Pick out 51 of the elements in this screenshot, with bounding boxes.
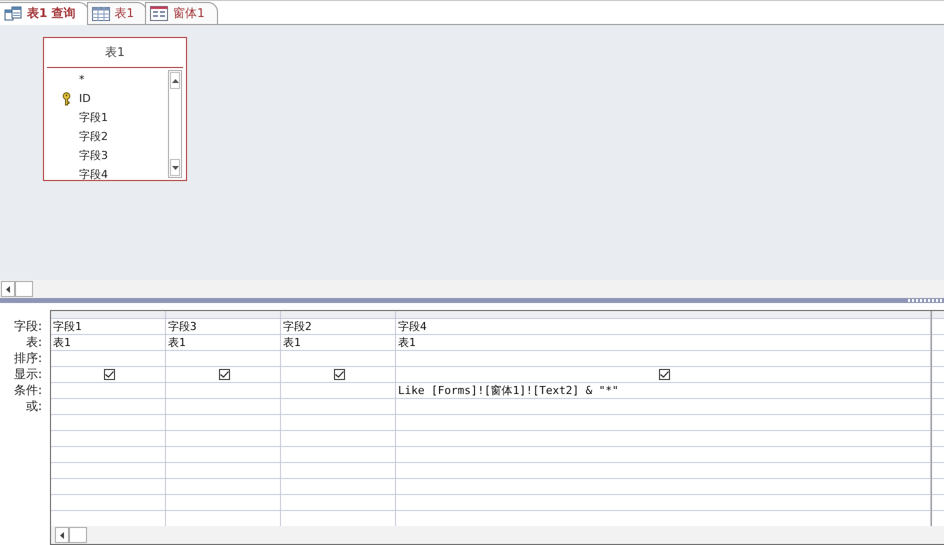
checkbox[interactable]: [658, 369, 670, 380]
table-cell[interactable]: 表1: [396, 335, 930, 351]
table-cell[interactable]: 表1: [281, 335, 395, 351]
pane-splitter[interactable]: [0, 298, 944, 303]
column-selector[interactable]: [396, 311, 930, 319]
form-icon: [150, 6, 168, 21]
row-label: 条件:: [14, 382, 43, 398]
row-label: 显示:: [14, 366, 43, 382]
table-cell[interactable]: 字段4: [396, 319, 930, 335]
field-name[interactable]: 字段4: [79, 167, 108, 182]
field-name[interactable]: 字段2: [79, 129, 108, 144]
field-list-window[interactable]: 表1 * ID 字段1 字段2 字段3 字段4: [43, 37, 187, 181]
column-selector[interactable]: [932, 311, 944, 319]
column-selector[interactable]: [166, 311, 280, 319]
row-label: 字段:: [14, 318, 43, 334]
field-name[interactable]: 字段3: [79, 148, 108, 163]
down-arrow-icon: [172, 166, 178, 170]
vertical-scrollbar[interactable]: [168, 70, 182, 178]
table-cell[interactable]: [166, 367, 280, 383]
column-selector[interactable]: [281, 311, 395, 319]
query-icon: [4, 6, 22, 22]
table-cell[interactable]: Like [Forms]![窗体1]![Text2] & "*": [396, 383, 930, 399]
up-arrow-icon: [172, 78, 178, 82]
table-cell[interactable]: 字段3: [166, 319, 280, 335]
table-cell[interactable]: 字段1: [51, 319, 165, 335]
table-cell[interactable]: [51, 367, 165, 383]
row-label: 表:: [26, 334, 43, 350]
field-list-title: 表1: [47, 38, 183, 68]
table-cell[interactable]: 表1: [166, 335, 280, 351]
row-label: 排序:: [14, 350, 43, 366]
checkbox[interactable]: [104, 369, 114, 380]
table-cell[interactable]: 字段2: [281, 319, 395, 335]
scroll-thumb[interactable]: [69, 527, 87, 543]
field-name[interactable]: ID: [79, 92, 91, 105]
table-cell[interactable]: [396, 367, 930, 383]
left-arrow-icon: [6, 286, 10, 292]
field-name[interactable]: *: [79, 73, 84, 86]
table-cell[interactable]: 表1: [51, 335, 165, 351]
row-label: 或:: [26, 398, 43, 414]
left-arrow-icon: [60, 532, 64, 538]
field-name[interactable]: 字段1: [79, 110, 108, 125]
table-icon: [92, 6, 110, 20]
table-cell[interactable]: [281, 367, 395, 383]
checkbox[interactable]: [334, 369, 344, 380]
checkbox[interactable]: [218, 369, 230, 380]
document-tab[interactable]: 表1: [86, 2, 148, 25]
horizontal-scrollbar[interactable]: [0, 280, 944, 298]
horizontal-scrollbar[interactable]: [51, 526, 944, 544]
scroll-thumb[interactable]: [15, 281, 33, 297]
column-selector[interactable]: [51, 311, 165, 319]
document-tab[interactable]: 窗体1: [145, 2, 218, 25]
